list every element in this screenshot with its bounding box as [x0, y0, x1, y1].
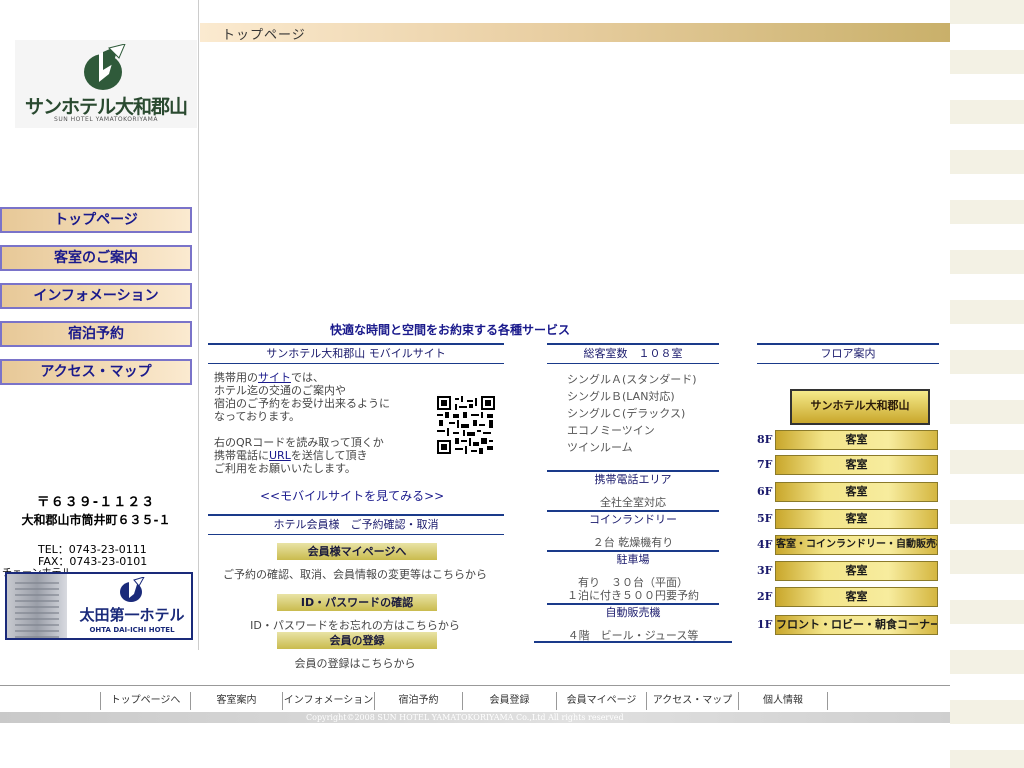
footer-rule — [0, 685, 950, 686]
footer-link-top[interactable]: トップページへ — [100, 692, 190, 710]
floor-bar: 客室 — [775, 430, 938, 450]
member-section-heading: ホテル会員様 ご予約確認・取消 — [208, 514, 504, 535]
member-mypage-button[interactable]: 会員様マイページへ — [277, 543, 437, 560]
mobile-site-heading: サンホテル大和郡山 モバイルサイト — [208, 343, 504, 364]
ohta-hotel-banner[interactable]: 太田第一ホテル OHTA DAI-ICHI HOTEL — [5, 572, 193, 640]
floor-label: 3F — [757, 564, 773, 577]
rooms-total-heading: 総客室数 １０８室 — [547, 343, 719, 364]
room-type-item: シングルＣ(デラックス) — [567, 407, 686, 420]
room-type-item: シングルＡ(スタンダード) — [567, 373, 697, 386]
nav-information[interactable]: インフォメーション — [0, 283, 192, 309]
member-register-text: 会員の登録はこちらから — [294, 657, 416, 670]
footer-link-reservation[interactable]: 宿泊予約 — [374, 692, 462, 710]
hotel-logo-subtitle: SUN HOTEL YAMATOKORIYAMA — [54, 116, 158, 123]
footer-link-register[interactable]: 会員登録 — [462, 692, 556, 710]
hotel-building-image — [7, 574, 67, 638]
nav-access-map[interactable]: アクセス・マップ — [0, 359, 192, 385]
id-password-text: ID・パスワードをお忘れの方はこちらから — [250, 619, 460, 632]
ohta-hotel-name: 太田第一ホテル — [79, 606, 185, 624]
floor-guide-banner: サンホテル大和郡山 — [790, 389, 930, 425]
mobile-area-heading: 携帯電話エリア — [547, 470, 719, 488]
floor-label: 5F — [757, 512, 773, 525]
floor-bar: 客室 — [775, 509, 938, 529]
room-type-item: シングルＢ(LAN対応) — [567, 390, 675, 403]
footer-link-access-map[interactable]: アクセス・マップ — [646, 692, 738, 710]
floor-bar: 客室・コインランドリー・自動販売機 — [775, 535, 938, 555]
floor-label: 8F — [757, 433, 773, 446]
footer-link-rooms[interactable]: 客室案内 — [190, 692, 282, 710]
street-address: 大和郡山市筒井町６３５-１ — [21, 513, 171, 527]
floor-guide-heading: フロア案内 — [757, 343, 939, 364]
qr-code-icon — [437, 396, 495, 454]
mobile-area-text: 全社全室対応 — [600, 496, 666, 509]
member-mypage-text: ご予約の確認、取消、会員情報の変更等はこちらから — [223, 568, 487, 581]
postal-code: 〒６３９-１１２３ — [36, 495, 156, 510]
member-register-button[interactable]: 会員の登録 — [277, 632, 437, 649]
url-send-link[interactable]: URL — [269, 449, 291, 462]
hotel-logo-mark-icon — [84, 44, 126, 90]
floor-label: 2F — [757, 590, 773, 603]
mobile-site-text: 携帯用のサイトでは、 ホテル迄の交通のご案内や 宿泊のご予約をお受け出来るように… — [214, 371, 390, 475]
floor-label: 7F — [757, 458, 773, 471]
id-password-check-button[interactable]: ID・パスワードの確認 — [277, 594, 437, 611]
page-title: トップページ — [222, 28, 306, 43]
laundry-text: ２台 乾燥機有り — [592, 536, 674, 549]
nav-rooms[interactable]: 客室のご案内 — [0, 245, 192, 271]
room-type-list: シングルＡ(スタンダード) シングルＢ(LAN対応) シングルＣ(デラックス) … — [567, 373, 707, 454]
vending-heading: 自動販売機 — [547, 603, 719, 621]
copyright-text: Copyright©2008 SUN HOTEL YAMATOKORIYAMA … — [306, 713, 624, 722]
floor-bar: 客室 — [775, 455, 938, 475]
hotel-logo[interactable]: サンホテル大和郡山 SUN HOTEL YAMATOKORIYAMA — [15, 40, 197, 128]
parking-heading: 駐車場 — [547, 550, 719, 568]
floor-label: 1F — [757, 618, 773, 631]
floor-bar: 客室 — [775, 561, 938, 581]
footer-link-privacy[interactable]: 個人情報 — [738, 692, 828, 710]
floor-bar: フロント・ロビー・朝食コーナー — [775, 615, 938, 635]
services-title: 快適な時間と空間をお約束する各種サービス — [330, 323, 571, 337]
room-type-item: エコノミーツイン — [567, 424, 655, 437]
page-title-bar: トップページ — [200, 23, 950, 43]
room-type-item: ツインルーム — [567, 441, 633, 454]
left-column-divider — [198, 0, 199, 650]
laundry-heading: コインランドリー — [547, 510, 719, 528]
ohta-logo-mark-icon — [120, 577, 145, 602]
parking-text-fee: １泊に付き５００円要予約 — [567, 589, 699, 602]
floor-label: 4F — [757, 538, 773, 551]
hotel-logo-name: サンホテル大和郡山 — [24, 96, 188, 118]
view-mobile-site-link[interactable]: <<モバイルサイトを見てみる>> — [260, 487, 444, 504]
side-pattern — [950, 0, 1024, 768]
footer-link-mypage[interactable]: 会員マイページ — [556, 692, 646, 710]
footer-link-information[interactable]: インフォメーション — [282, 692, 374, 710]
ohta-hotel-name-en: OHTA DAI-ICHI HOTEL — [89, 626, 175, 634]
nav-top-page[interactable]: トップページ — [0, 207, 192, 233]
floor-bar: 客室 — [775, 482, 938, 502]
mobile-site-link-inline[interactable]: サイト — [258, 371, 291, 384]
rooms-column-bottom-rule — [534, 641, 732, 643]
nav-reservation[interactable]: 宿泊予約 — [0, 321, 192, 347]
floor-bar: 客室 — [775, 587, 938, 607]
page-root: サンホテル大和郡山 SUN HOTEL YAMATOKORIYAMA トップペー… — [0, 0, 1024, 768]
floor-label: 6F — [757, 485, 773, 498]
